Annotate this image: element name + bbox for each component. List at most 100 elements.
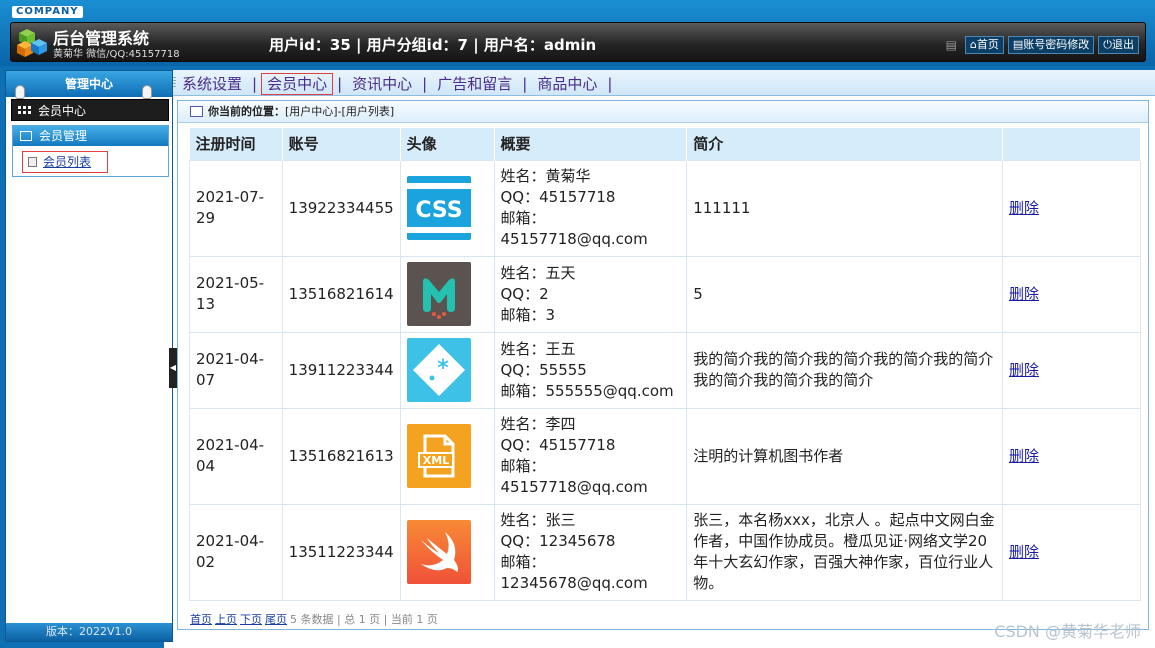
xml-file-icon: XML: [406, 424, 471, 488]
table-row: 2021-04-07 13911223344 * 姓名：王五 QQ：55555 …: [189, 331, 1142, 409]
cell-summary: 姓名：王五 QQ：55555 邮箱：555555@qq.com: [493, 331, 688, 409]
delete-link[interactable]: 删除: [1009, 543, 1039, 561]
cell-action: 删除: [1001, 159, 1142, 257]
cell-action: 删除: [1001, 255, 1142, 333]
sidebar-group-header[interactable]: 会员管理: [13, 126, 168, 146]
delete-link[interactable]: 删除: [1009, 447, 1039, 465]
col-header-summary: 概要: [494, 128, 688, 160]
nav-item-members[interactable]: 会员中心: [261, 73, 334, 95]
page-icon: [28, 157, 37, 167]
home-icon: ⌂: [969, 38, 977, 51]
sidebar-link-member-list[interactable]: 会员列表: [22, 151, 108, 173]
pager-first-link[interactable]: 首页: [190, 613, 212, 626]
delete-link[interactable]: 删除: [1009, 285, 1039, 303]
cell-account: 13516821614: [281, 255, 401, 333]
cell-account: 13511223344: [281, 503, 401, 601]
pager-summary: 5 条数据 | 总 1 页 | 当前 1 页: [290, 613, 438, 626]
table-row: 2021-07-29 13922334455 CSS 姓名：黄菊华 QQ：451…: [189, 159, 1142, 257]
cell-intro: 5: [686, 255, 1003, 333]
cell-summary: 姓名：黄菊华 QQ：45157718 邮箱： 45157718@qq.com: [493, 159, 688, 257]
cell-intro: 我的简介我的简介我的简介我的简介我的简介我的简介我的简介我的简介: [686, 331, 1003, 409]
cell-action: 删除: [1001, 331, 1142, 409]
change-password-button[interactable]: ▤账号密码修改: [1007, 36, 1095, 54]
col-header-intro: 简介: [686, 128, 1003, 160]
cell-intro: 张三，本名杨xxx，北京人 。起点中文网白金作者，中国作协成员。橙瓜见证·网络文…: [686, 503, 1003, 601]
cell-date: 2021-04-07: [189, 331, 283, 409]
nav-divider: |: [607, 75, 613, 93]
cell-action: 删除: [1001, 503, 1142, 601]
breadcrumb: 你当前的位置：[用户中心]-[用户列表]: [178, 101, 1148, 123]
pagination: 首页 上页 下页 尾页 5 条数据 | 总 1 页 | 当前 1 页: [190, 611, 438, 627]
cubes-logo-icon: [17, 29, 47, 57]
logout-button[interactable]: ⏻退出: [1098, 36, 1139, 54]
delete-link[interactable]: 删除: [1009, 199, 1039, 217]
cell-date: 2021-05-13: [189, 255, 283, 333]
power-icon: ⏻: [1103, 38, 1112, 51]
table-row: 2021-04-04 13516821613 XML 姓名：李四 QQ：4515…: [189, 407, 1142, 505]
version-label: 版本：2022V1.0: [6, 623, 172, 641]
document-icon: ▤: [1012, 38, 1024, 51]
delete-link[interactable]: 删除: [1009, 361, 1039, 379]
table-row: 2021-05-13 13516821614 姓名：五天 QQ：2 邮箱：3 5…: [189, 255, 1142, 333]
pager-prev-link[interactable]: 上页: [215, 613, 237, 626]
member-list-link[interactable]: 会员列表: [43, 155, 91, 169]
table-header-row: 注册时间 账号 头像 概要 简介: [189, 128, 1142, 160]
main-area: 系统设置 | 会员中心 | 资讯中心 | 广告和留言 | 商品中心 | 你当前的…: [164, 70, 1155, 648]
col-header-date: 注册时间: [189, 128, 283, 160]
member-table: 注册时间 账号 头像 概要 简介 2021-07-29 13922334455 …: [189, 128, 1142, 601]
nav-item-products[interactable]: 商品中心: [531, 74, 603, 94]
sidebar-group: 会员管理 会员列表: [12, 125, 169, 177]
cell-date: 2021-04-02: [189, 503, 283, 601]
home-button[interactable]: ⌂首页: [964, 36, 1004, 54]
pin-icon: [142, 85, 152, 99]
sidebar-item-member-center[interactable]: 会员中心: [11, 99, 169, 121]
cell-summary: 姓名：张三 QQ：12345678 邮箱： 12345678@qq.com: [493, 503, 688, 601]
nav-item-news[interactable]: 资讯中心: [346, 74, 418, 94]
pin-icon: [15, 85, 25, 99]
panel-icon: [20, 131, 32, 141]
nav-item-system[interactable]: 系统设置: [176, 74, 248, 94]
header-bar: 后台管理系统 黄菊华 微信/QQ:45157718 用户id：35 | 用户分组…: [10, 22, 1146, 62]
nav-divider: |: [252, 75, 258, 93]
watermark: CSDN @黄菊华老师: [994, 622, 1141, 641]
nav-menu: 系统设置 | 会员中心 | 资讯中心 | 广告和留言 | 商品中心 |: [176, 73, 616, 95]
pager-next-link[interactable]: 下页: [240, 613, 262, 626]
svg-text:XML: XML: [422, 454, 448, 467]
cell-avatar: [399, 255, 495, 333]
col-header-action: [1002, 128, 1142, 160]
table-row: 2021-04-02 13511223344 姓名：张三 QQ：12345678…: [189, 503, 1142, 601]
cell-account: 13922334455: [281, 159, 401, 257]
nav-divider: |: [337, 75, 343, 93]
sidebar: 管理中心 会员中心 会员管理 会员列表 版本：2022V1.0: [5, 70, 173, 642]
cell-action: 删除: [1001, 407, 1142, 505]
grip-icon: ▤: [945, 38, 957, 52]
cell-summary: 姓名：五天 QQ：2 邮箱：3: [493, 255, 688, 333]
css-icon: CSS: [406, 176, 471, 240]
cell-account: 13516821613: [281, 407, 401, 505]
breadcrumb-label: 你当前的位置：: [208, 105, 285, 118]
regex-icon: *: [406, 338, 471, 402]
app-header: COMPANY 后台管理系统 黄菊华 微信/QQ:45157718 用户id：3…: [0, 0, 1155, 66]
content-panel: 你当前的位置：[用户中心]-[用户列表] 注册时间 账号 头像 概要 简介 20…: [177, 100, 1149, 630]
col-header-account: 账号: [282, 128, 401, 160]
cell-avatar: CSS: [399, 159, 495, 257]
svg-text:CSS: CSS: [415, 198, 462, 223]
nav-divider: |: [522, 75, 528, 93]
cell-date: 2021-07-29: [189, 159, 283, 257]
cell-intro: 111111: [686, 159, 1003, 257]
swift-icon: [406, 520, 471, 584]
col-header-avatar: 头像: [400, 128, 495, 160]
cell-avatar: XML: [399, 407, 495, 505]
breadcrumb-path: [用户中心]-[用户列表]: [285, 105, 395, 118]
pager-last-link[interactable]: 尾页: [265, 613, 287, 626]
meteor-m-icon: [406, 262, 471, 326]
cell-avatar: [399, 503, 495, 601]
nav-divider: |: [422, 75, 428, 93]
svg-text:*: *: [437, 356, 449, 381]
company-badge: COMPANY: [12, 6, 83, 18]
cell-avatar: *: [399, 331, 495, 409]
user-info: 用户id：35 | 用户分组id：7 | 用户名：admin: [269, 36, 597, 54]
nav-item-ads[interactable]: 广告和留言: [431, 74, 518, 94]
collapse-sidebar-toggle[interactable]: ◀: [169, 348, 177, 388]
cell-summary: 姓名：李四 QQ：45157718 邮箱： 45157718@qq.com: [493, 407, 688, 505]
